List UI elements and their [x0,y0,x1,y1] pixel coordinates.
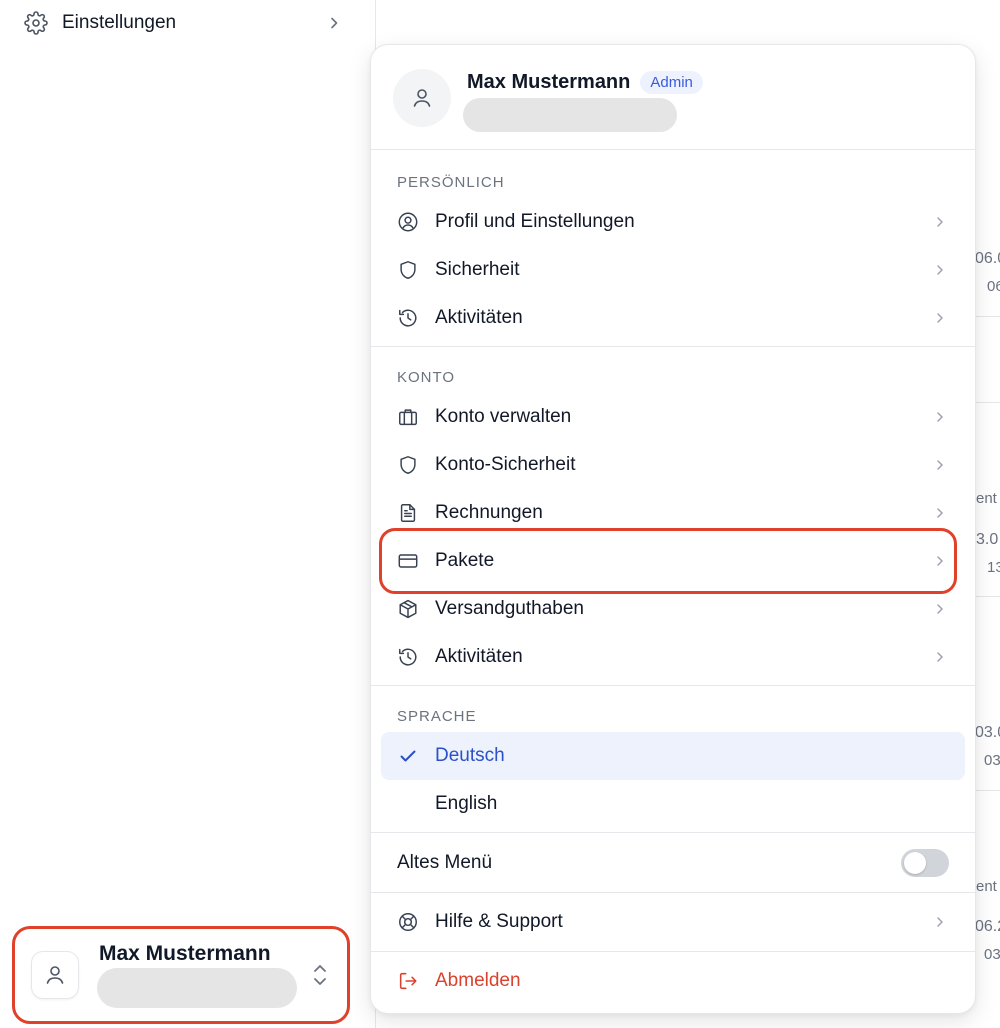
chevron-right-icon [933,458,947,472]
user-switcher[interactable]: Max Mustermann [12,926,350,1024]
menu-item-account-activities[interactable]: Aktivitäten [371,633,975,681]
language-option-label: English [435,793,498,814]
menu-item-label: Profil und Einstellungen [435,211,635,232]
bg-text-fragment: 06 [987,278,1000,295]
bg-text-fragment: 03 [984,752,1000,769]
bg-text-fragment: ent [976,490,997,507]
credit-card-icon [397,550,419,572]
user-circle-icon [397,211,419,233]
avatar [31,951,79,999]
language-option-english[interactable]: English [371,780,975,828]
section-title: SPRACHE [397,708,477,725]
menu-item-security[interactable]: Sicherheit [371,246,975,294]
menu-item-shipping-credit[interactable]: Versandguthaben [371,585,975,633]
menu-item-help-support[interactable]: Hilfe & Support [371,898,975,946]
bg-text-fragment: 03 [984,946,1000,963]
user-name: Max Mustermann [99,942,271,965]
menu-item-label: Konto verwalten [435,406,572,427]
menu-item-label: Aktivitäten [435,646,523,667]
bg-text-fragment: 3.0 [976,531,999,548]
bg-text-fragment: 13 [987,559,1000,576]
bg-text-fragment: 06.0 [975,250,1000,267]
old-menu-row: Altes Menü [371,833,975,893]
section-account: KONTO Konto verwalten Konto-Sicherheit R… [371,347,975,686]
menu-item-account-security[interactable]: Konto-Sicherheit [371,441,975,489]
menu-item-label: Versandguthaben [435,598,584,619]
sidebar-item-settings[interactable]: Einstellungen [22,8,344,38]
chevron-right-icon [933,915,947,929]
section-title: PERSÖNLICH [397,174,505,191]
menu-item-label: Aktivitäten [435,307,523,328]
history-icon [397,307,419,329]
chevron-right-icon [933,506,947,520]
chevron-right-icon [933,215,947,229]
menu-item-label: Rechnungen [435,502,543,523]
chevron-right-icon [933,602,947,616]
avatar [393,69,451,127]
toggle-knob [904,851,926,874]
shield-icon [397,259,419,281]
logout-section: Abmelden [371,952,975,1010]
logout-label: Abmelden [435,970,521,991]
logout-button[interactable]: Abmelden [371,957,975,1005]
chevron-right-icon [933,410,947,424]
document-icon [397,502,419,524]
chevron-right-icon [933,311,947,325]
chevron-right-icon [933,554,947,568]
menu-item-profile-settings[interactable]: Profil und Einstellungen [371,198,975,246]
menu-user-email-placeholder [463,98,677,132]
menu-item-label: Sicherheit [435,259,520,280]
shield-icon [397,454,419,476]
menu-user-name: Max Mustermann [467,71,631,93]
menu-item-label: Konto-Sicherheit [435,454,576,475]
briefcase-icon [397,406,419,428]
language-option-deutsch[interactable]: Deutsch [381,732,965,780]
user-email-placeholder [97,968,297,1008]
old-menu-toggle[interactable] [901,848,949,877]
bg-text-fragment: 06.2 [975,918,1000,935]
check-icon [397,745,419,767]
menu-item-label: Pakete [435,550,495,571]
box-icon [397,598,419,620]
user-menu-dropdown: Max Mustermann Admin PERSÖNLICH Profil u… [370,44,976,1014]
lifebuoy-icon [397,911,419,933]
section-title: KONTO [397,369,456,386]
logout-icon [397,970,419,992]
sidebar-item-label: Einstellungen [62,12,177,33]
language-option-label: Deutsch [435,745,505,766]
menu-item-label: Hilfe & Support [435,911,563,932]
menu-item-packages[interactable]: Pakete [371,528,975,594]
section-language: SPRACHE Deutsch English [371,686,975,833]
user-icon [46,966,64,984]
help-section: Hilfe & Support [371,893,975,952]
menu-header: Max Mustermann Admin [371,45,975,150]
chevron-up-down-icon [309,960,331,990]
sidebar: Einstellungen Max Mustermann [0,0,376,1028]
menu-item-activities[interactable]: Aktivitäten [371,294,975,342]
old-menu-label: Altes Menü [397,851,493,873]
chevron-right-icon [324,13,344,33]
gear-icon [22,9,50,37]
chevron-right-icon [933,263,947,277]
bg-text-fragment: 03.0 [975,724,1000,741]
section-personal: PERSÖNLICH Profil und Einstellungen Sich… [371,150,975,347]
role-badge: Admin [640,71,703,94]
bg-text-fragment: ent [976,878,997,895]
chevron-right-icon [933,650,947,664]
user-icon [413,89,431,107]
history-icon [397,646,419,668]
menu-item-manage-account[interactable]: Konto verwalten [371,393,975,441]
